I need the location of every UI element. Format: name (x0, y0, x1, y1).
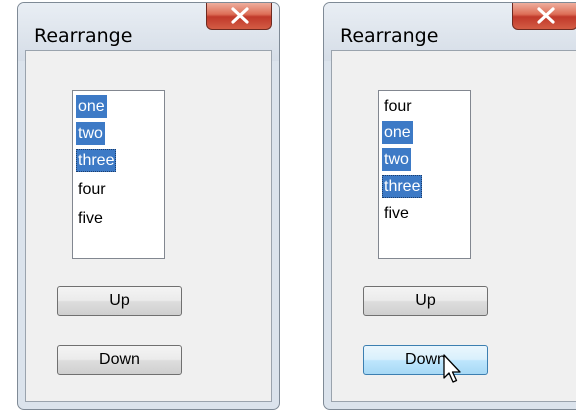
list-item-three[interactable]: three (382, 175, 423, 198)
close-button[interactable] (512, 3, 576, 30)
list-item-one[interactable]: one (382, 121, 413, 144)
down-button[interactable]: Down (363, 345, 488, 375)
rearrange-window-after: Rearrange four one two three five Up Dow… (323, 2, 576, 410)
list-item-five[interactable]: five (76, 207, 105, 230)
list-item-two[interactable]: two (382, 148, 411, 171)
dialog-client-area: one two three four five Up Down (25, 50, 272, 402)
items-listbox[interactable]: four one two three five (378, 90, 471, 259)
up-button[interactable]: Up (57, 286, 182, 316)
dialog-client-area: four one two three five Up Down (331, 50, 576, 402)
list-item-four[interactable]: four (382, 95, 414, 118)
down-button[interactable]: Down (57, 345, 182, 375)
list-item-two[interactable]: two (76, 122, 105, 145)
close-button[interactable] (206, 3, 272, 30)
list-item-three[interactable]: three (76, 149, 117, 172)
close-x-icon (537, 7, 555, 24)
window-title: Rearrange (34, 25, 133, 47)
list-item-four[interactable]: four (76, 178, 108, 201)
mouse-pointer-icon (443, 354, 461, 383)
close-x-icon (231, 7, 249, 24)
rearrange-window-before: Rearrange one two three four five Up Dow… (17, 2, 280, 410)
items-listbox[interactable]: one two three four five (72, 90, 165, 259)
list-item-five[interactable]: five (382, 202, 411, 225)
up-button[interactable]: Up (363, 286, 488, 316)
list-item-one[interactable]: one (76, 95, 107, 118)
window-title: Rearrange (340, 25, 439, 47)
